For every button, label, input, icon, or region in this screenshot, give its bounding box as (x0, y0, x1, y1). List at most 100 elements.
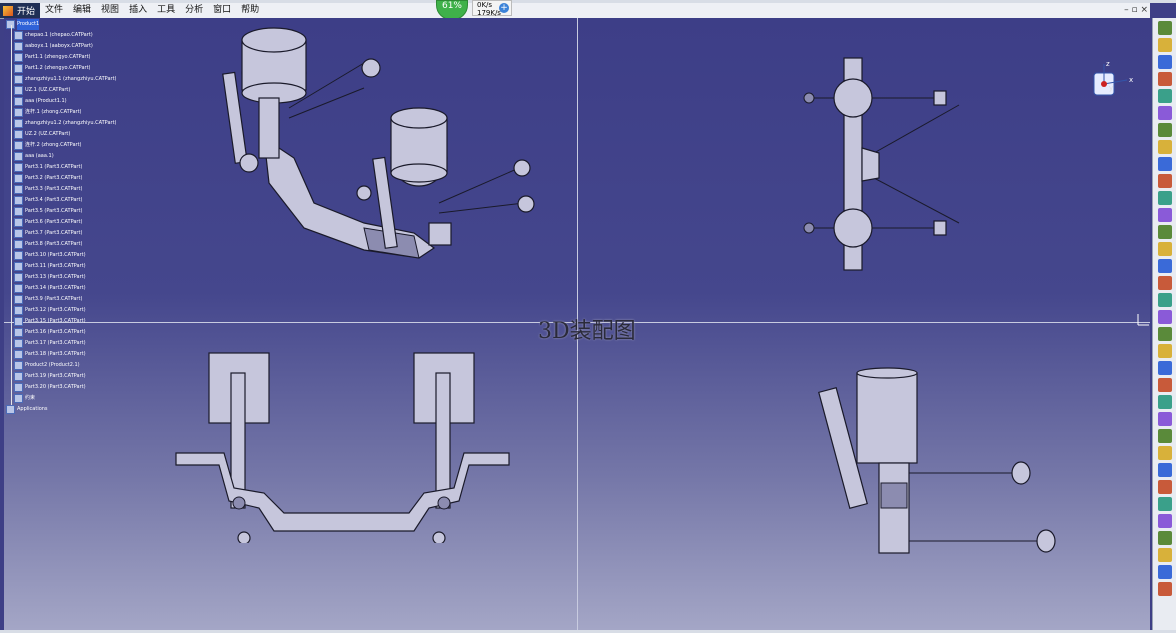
tree-node[interactable]: Part3.9 (Part3.CATPart) (6, 294, 126, 305)
toolbar-tool-icon[interactable] (1158, 531, 1172, 545)
tree-node[interactable]: 连杆.2 (zhong.CATPart) (6, 140, 126, 151)
tree-node[interactable]: Part3.4 (Part3.CATPart) (6, 195, 126, 206)
toolbar-tool-icon[interactable] (1158, 548, 1172, 562)
tree-node[interactable]: aaboyx.1 (aaboyx.CATPart) (6, 41, 126, 52)
memory-usage-value: 61% (441, 1, 462, 11)
part-icon (14, 218, 23, 227)
toolbar-tool-icon[interactable] (1158, 429, 1172, 443)
tree-node[interactable]: Part3.5 (Part3.CATPart) (6, 206, 126, 217)
tree-node[interactable]: chepao.1 (chepao.CATPart) (6, 30, 126, 41)
tree-node[interactable]: Part3.7 (Part3.CATPart) (6, 228, 126, 239)
tree-node-label: aaa (Product1.1) (25, 98, 67, 104)
tree-node[interactable]: UZ.2 (UZ.CATPart) (6, 129, 126, 140)
menu-analyze[interactable]: 分析 (180, 3, 208, 18)
menu-edit[interactable]: 编辑 (68, 3, 96, 18)
tree-node[interactable]: zhangzhiyu1.1 (zhangzhiyu.CATPart) (6, 74, 126, 85)
tree-node[interactable]: 连杆.1 (zhong.CATPart) (6, 107, 126, 118)
plus-icon[interactable]: + (499, 3, 509, 13)
tree-node-label: Part3.4 (Part3.CATPart) (25, 197, 83, 203)
3d-viewport[interactable]: Product1 chepao.1 (chepao.CATPart) aaboyx.… (4, 18, 1150, 630)
tree-node-label: 连杆.2 (zhong.CATPart) (25, 142, 82, 148)
tree-node[interactable]: Part3.3 (Part3.CATPart) (6, 184, 126, 195)
toolbar-tool-icon[interactable] (1158, 276, 1172, 290)
toolbar-tool-icon[interactable] (1158, 446, 1172, 460)
toolbar-tool-icon[interactable] (1158, 378, 1172, 392)
toolbar-tool-icon[interactable] (1158, 174, 1172, 188)
toolbar-tool-icon[interactable] (1158, 463, 1172, 477)
toolbar-tool-icon[interactable] (1158, 72, 1172, 86)
tree-node[interactable]: Part3.19 (Part3.CATPart) (6, 371, 126, 382)
front-view (175, 352, 510, 543)
tree-node[interactable]: Part3.10 (Part3.CATPart) (6, 250, 126, 261)
window-controls[interactable]: – ▫ × (1124, 5, 1148, 15)
start-menu-button[interactable]: 开始 (0, 3, 41, 18)
toolbar-tool-icon[interactable] (1158, 140, 1172, 154)
toolbar-tool-icon[interactable] (1158, 38, 1172, 52)
tree-node[interactable]: aaa (Product1.1) (6, 96, 126, 107)
tree-node[interactable]: Part1.1 (zhengyo.CATPart) (6, 52, 126, 63)
specification-tree[interactable]: Product1 chepao.1 (chepao.CATPart) aaboyx.… (6, 19, 126, 415)
tree-node[interactable]: aaa (aaa.1) (6, 151, 126, 162)
toolbar-tool-icon[interactable] (1158, 582, 1172, 596)
tree-node[interactable]: Part3.12 (Part3.CATPart) (6, 305, 126, 316)
tree-node[interactable]: zhangzhiyu1.2 (zhangzhiyu.CATPart) (6, 118, 126, 129)
toolbar-tool-icon[interactable] (1158, 55, 1172, 69)
menu-insert[interactable]: 插入 (124, 3, 152, 18)
toolbar-tool-icon[interactable] (1158, 89, 1172, 103)
compass-icon[interactable]: z x y (1089, 60, 1139, 105)
toolbar-tool-icon[interactable] (1158, 310, 1172, 324)
toolbar-tool-icon[interactable] (1158, 514, 1172, 528)
tree-node[interactable]: Part3.15 (Part3.CATPart) (6, 316, 126, 327)
tree-node[interactable]: Part3.16 (Part3.CATPart) (6, 327, 126, 338)
toolbar-tool-icon[interactable] (1158, 123, 1172, 137)
tree-node[interactable]: Part3.13 (Part3.CATPart) (6, 272, 126, 283)
toolbar-tool-icon[interactable] (1158, 344, 1172, 358)
menu-tools[interactable]: 工具 (152, 3, 180, 18)
toolbar-tool-icon[interactable] (1158, 106, 1172, 120)
toolbar-tool-icon[interactable] (1158, 208, 1172, 222)
tree-node-label: Applications (17, 406, 48, 412)
tree-node[interactable]: Part1.2 (zhengyo.CATPart) (6, 63, 126, 74)
menu-window[interactable]: 窗口 (208, 3, 236, 18)
tree-node[interactable]: Part3.2 (Part3.CATPart) (6, 173, 126, 184)
part-icon (14, 240, 23, 249)
toolbar-tool-icon[interactable] (1158, 293, 1172, 307)
right-toolbar (1152, 18, 1176, 633)
tree-node-label: Part3.6 (Part3.CATPart) (25, 219, 83, 225)
tree-node[interactable]: UZ.1 (UZ.CATPart) (6, 85, 126, 96)
toolbar-tool-icon[interactable] (1158, 497, 1172, 511)
toolbar-tool-icon[interactable] (1158, 480, 1172, 494)
part-icon (14, 185, 23, 194)
tree-node[interactable]: Product1 (6, 19, 126, 30)
toolbar-tool-icon[interactable] (1158, 395, 1172, 409)
tree-node-label: Part3.7 (Part3.CATPart) (25, 230, 83, 236)
tree-node[interactable]: Part3.17 (Part3.CATPart) (6, 338, 126, 349)
tree-node[interactable]: Part3.14 (Part3.CATPart) (6, 283, 126, 294)
toolbar-tool-icon[interactable] (1158, 242, 1172, 256)
menu-view[interactable]: 视图 (96, 3, 124, 18)
tree-node[interactable]: Product2 (Product2.1) (6, 360, 126, 371)
tree-node-label: Part3.17 (Part3.CATPart) (25, 340, 86, 346)
tree-node[interactable]: Part3.11 (Part3.CATPart) (6, 261, 126, 272)
tree-node[interactable]: Applications (6, 404, 126, 415)
toolbar-tool-icon[interactable] (1158, 157, 1172, 171)
part-icon (14, 42, 23, 51)
part-icon (14, 163, 23, 172)
toolbar-tool-icon[interactable] (1158, 225, 1172, 239)
menu-file[interactable]: 文件 (40, 3, 68, 18)
tree-node[interactable]: Part3.6 (Part3.CATPart) (6, 217, 126, 228)
toolbar-tool-icon[interactable] (1158, 191, 1172, 205)
toolbar-tool-icon[interactable] (1158, 21, 1172, 35)
toolbar-tool-icon[interactable] (1158, 259, 1172, 273)
tree-node[interactable]: 约束 (6, 393, 126, 404)
tree-node[interactable]: Part3.18 (Part3.CATPart) (6, 349, 126, 360)
toolbar-tool-icon[interactable] (1158, 327, 1172, 341)
tree-node[interactable]: Part3.1 (Part3.CATPart) (6, 162, 126, 173)
part-icon (14, 295, 23, 304)
menu-help[interactable]: 帮助 (236, 3, 264, 18)
tree-node[interactable]: Part3.20 (Part3.CATPart) (6, 382, 126, 393)
toolbar-tool-icon[interactable] (1158, 565, 1172, 579)
toolbar-tool-icon[interactable] (1158, 361, 1172, 375)
tree-node[interactable]: Part3.8 (Part3.CATPart) (6, 239, 126, 250)
toolbar-tool-icon[interactable] (1158, 412, 1172, 426)
